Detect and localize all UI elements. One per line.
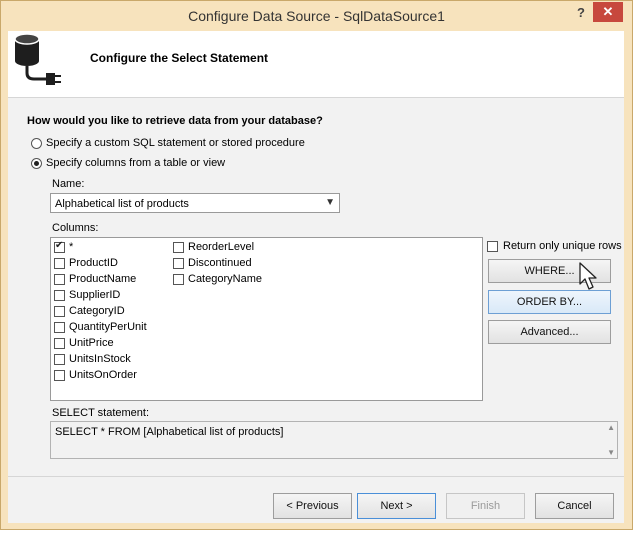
column-checkbox[interactable]	[54, 240, 65, 253]
column-label[interactable]: CategoryID	[69, 305, 125, 317]
mouse-pointer-icon	[579, 262, 597, 290]
column-label[interactable]: Discontinued	[188, 257, 252, 269]
columns-list[interactable]: * ProductID ProductName SupplierID Categ…	[50, 237, 483, 401]
title-bar[interactable]: Configure Data Source - SqlDataSource1 ?…	[1, 1, 632, 31]
order-by-button[interactable]: ORDER BY...	[488, 290, 611, 314]
column-label[interactable]: ReorderLevel	[188, 241, 254, 253]
column-checkbox[interactable]	[54, 370, 65, 381]
next-button[interactable]: Next >	[357, 493, 436, 519]
unique-rows-checkbox[interactable]	[487, 241, 498, 252]
chevron-down-icon: ▼	[325, 197, 335, 208]
cancel-button[interactable]: Cancel	[535, 493, 614, 519]
column-checkbox[interactable]	[54, 290, 65, 301]
dialog-client-area: Configure the Select Statement How would…	[8, 31, 624, 523]
select-statement-box[interactable]: SELECT * FROM [Alphabetical list of prod…	[50, 421, 618, 459]
column-checkbox[interactable]	[54, 306, 65, 317]
window-title: Configure Data Source - SqlDataSource1	[188, 8, 445, 24]
retrieve-question: How would you like to retrieve data from…	[27, 115, 323, 127]
column-label[interactable]: CategoryName	[188, 273, 262, 285]
column-checkbox[interactable]	[54, 258, 65, 269]
help-button[interactable]: ?	[573, 5, 589, 23]
column-checkbox[interactable]	[54, 274, 65, 285]
wizard-header: Configure the Select Statement	[8, 31, 624, 98]
custom-sql-radio[interactable]	[31, 138, 42, 149]
specify-columns-label[interactable]: Specify columns from a table or view	[46, 157, 225, 169]
column-label[interactable]: UnitsInStock	[69, 353, 131, 365]
close-button[interactable]: ✕	[593, 2, 623, 22]
table-name-value: Alphabetical list of products	[55, 198, 189, 210]
column-checkbox[interactable]	[173, 242, 184, 253]
scroll-down-icon[interactable]: ▼	[607, 448, 615, 457]
column-checkbox[interactable]	[54, 338, 65, 349]
column-label[interactable]: UnitsOnOrder	[69, 369, 137, 381]
scroll-up-icon[interactable]: ▲	[607, 423, 615, 432]
column-checkbox[interactable]	[173, 274, 184, 285]
column-checkbox[interactable]	[54, 322, 65, 333]
column-label[interactable]: QuantityPerUnit	[69, 321, 147, 333]
column-checkbox[interactable]	[54, 354, 65, 365]
column-checkbox[interactable]	[173, 258, 184, 269]
name-label: Name:	[52, 178, 85, 190]
footer-divider	[8, 476, 624, 477]
column-label[interactable]: SupplierID	[69, 289, 120, 301]
previous-button[interactable]: < Previous	[273, 493, 352, 519]
select-statement-text: SELECT * FROM [Alphabetical list of prod…	[55, 426, 284, 438]
select-statement-label: SELECT statement:	[52, 407, 150, 419]
database-connect-icon	[14, 33, 61, 85]
dialog-window: Configure Data Source - SqlDataSource1 ?…	[0, 0, 633, 530]
column-label[interactable]: ProductID	[69, 257, 118, 269]
page-title: Configure the Select Statement	[90, 51, 269, 65]
column-label[interactable]: UnitPrice	[69, 337, 114, 349]
column-label[interactable]: *	[69, 241, 73, 253]
columns-label: Columns:	[52, 222, 99, 234]
advanced-button[interactable]: Advanced...	[488, 320, 611, 344]
unique-rows-label[interactable]: Return only unique rows	[503, 240, 622, 252]
finish-button: Finish	[446, 493, 525, 519]
table-name-select[interactable]: Alphabetical list of products ▼	[50, 193, 340, 213]
column-label[interactable]: ProductName	[69, 273, 136, 285]
custom-sql-label[interactable]: Specify a custom SQL statement or stored…	[46, 137, 305, 149]
specify-columns-radio[interactable]	[31, 158, 42, 169]
